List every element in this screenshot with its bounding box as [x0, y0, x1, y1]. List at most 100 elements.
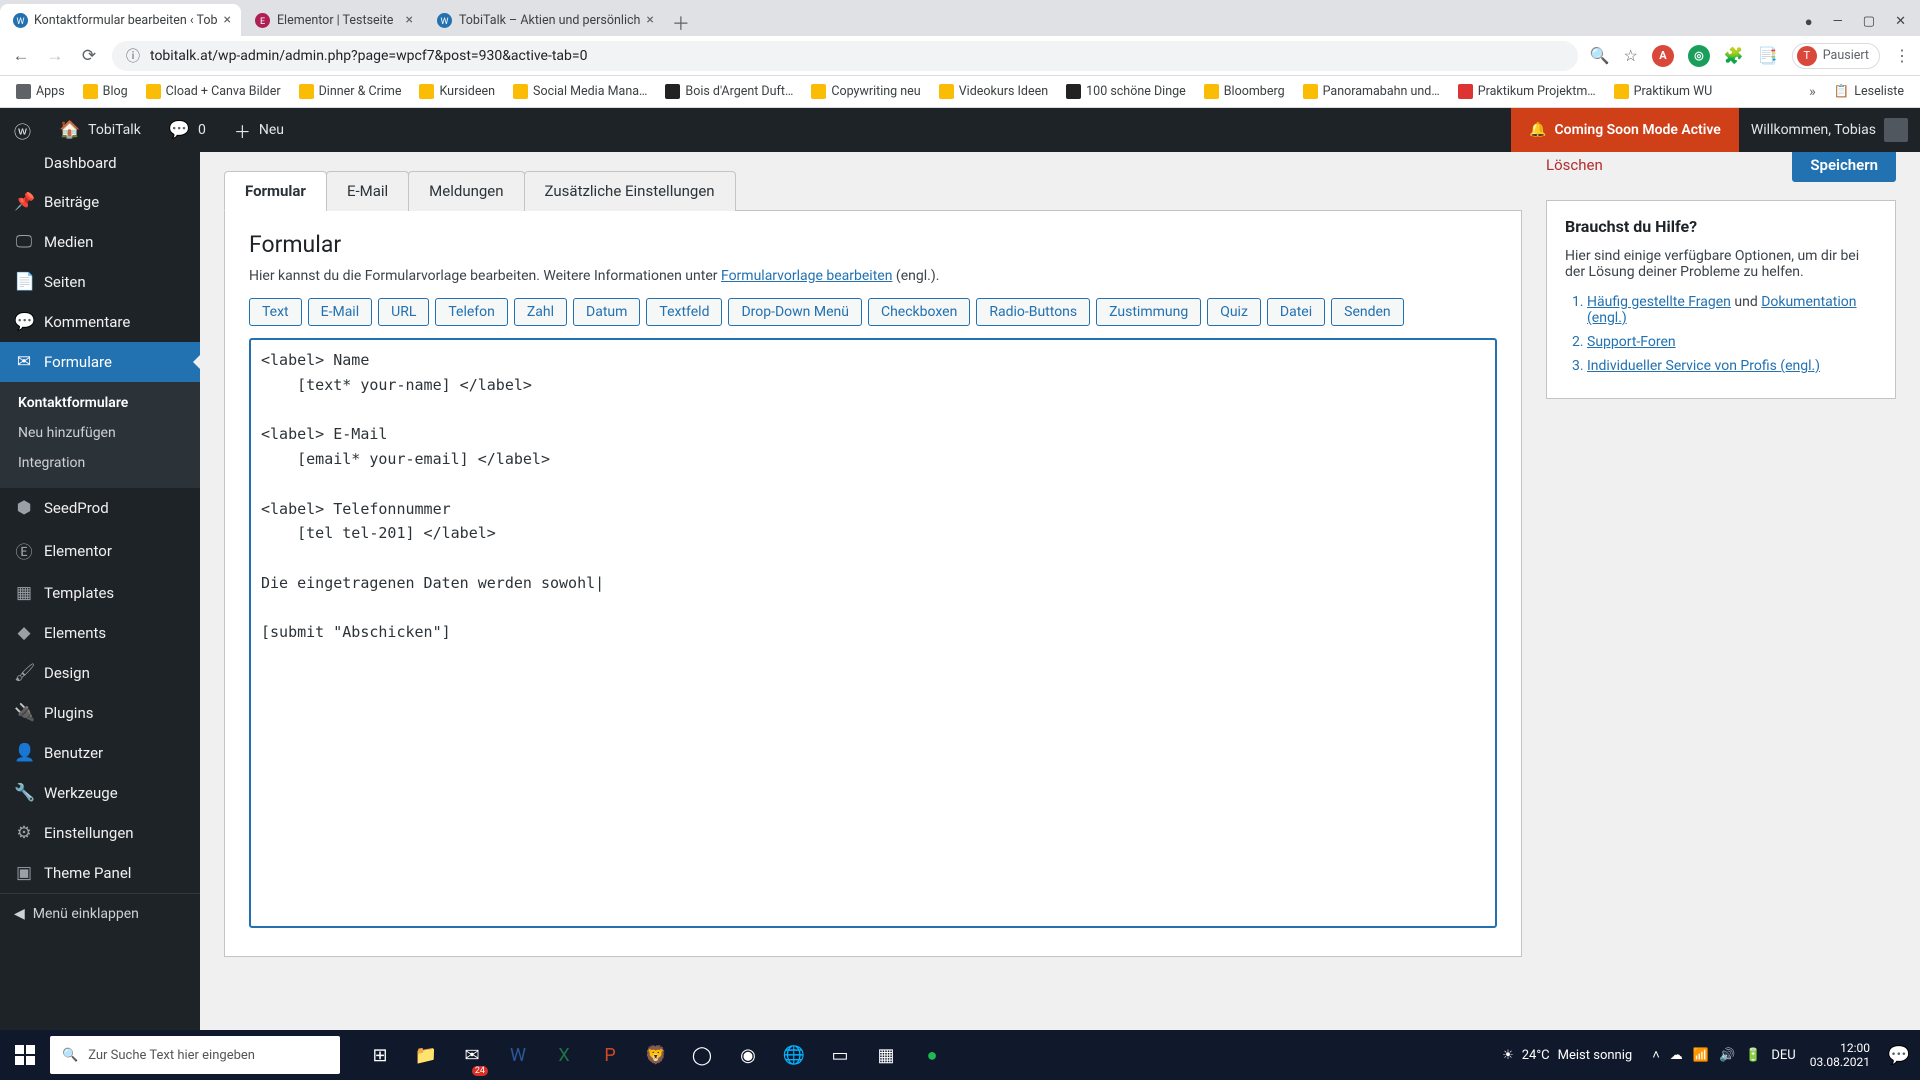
taskbar-weather[interactable]: ☀ 24°C Meist sonnig — [1502, 1048, 1632, 1063]
browser-tab-1[interactable]: W Kontaktformular bearbeiten ‹ Tob × — [0, 4, 241, 36]
bookmark-item[interactable]: Blog — [77, 82, 134, 101]
explorer-icon[interactable]: 📁 — [404, 1030, 448, 1080]
bookmark-item[interactable]: Bloomberg — [1198, 82, 1291, 101]
tag-textarea-button[interactable]: Textfeld — [646, 298, 722, 326]
edge-icon[interactable]: 🌐 — [772, 1030, 816, 1080]
taskbar-search[interactable]: 🔍 Zur Suche Text hier eingeben — [50, 1036, 340, 1074]
back-icon[interactable]: ← — [10, 46, 32, 66]
puzzle-icon[interactable]: 🧩 — [1724, 46, 1744, 65]
kebab-icon[interactable]: ⋮ — [1894, 46, 1910, 65]
tag-submit-button[interactable]: Senden — [1331, 298, 1404, 326]
close-icon[interactable]: × — [223, 12, 230, 28]
obs-icon[interactable]: ◯ — [680, 1030, 724, 1080]
tab-formular[interactable]: Formular — [224, 171, 327, 211]
tag-url-button[interactable]: URL — [378, 298, 429, 326]
sidebar-sub-new[interactable]: Neu hinzufügen — [0, 418, 200, 448]
extension-icon[interactable]: ◎ — [1688, 45, 1710, 67]
sidebar-item-settings[interactable]: ⚙Einstellungen — [0, 813, 200, 853]
sidebar-item-users[interactable]: 👤Benutzer — [0, 733, 200, 773]
tag-tel-button[interactable]: Telefon — [435, 298, 508, 326]
bookmark-item[interactable]: Cload + Canva Bilder — [140, 82, 287, 101]
close-icon[interactable]: × — [405, 12, 412, 28]
sidebar-item-tools[interactable]: 🔧Werkzeuge — [0, 773, 200, 813]
notifications-icon[interactable]: 💬 — [1884, 1030, 1914, 1080]
wp-site-link[interactable]: 🏠TobiTalk — [45, 108, 155, 152]
wp-account[interactable]: Willkommen, Tobias — [1739, 118, 1920, 142]
extension-icon[interactable]: A — [1652, 45, 1674, 67]
bookmark-item[interactable]: Dinner & Crime — [293, 82, 408, 101]
bookmark-item[interactable]: Social Media Mana… — [507, 82, 653, 101]
app-icon[interactable]: ▭ — [818, 1030, 862, 1080]
volume-icon[interactable]: 🔊 — [1719, 1048, 1735, 1063]
url-input[interactable]: ⓘ tobitalk.at/wp-admin/admin.php?page=wp… — [112, 41, 1578, 71]
save-button[interactable]: Speichern — [1792, 152, 1896, 182]
tab-email[interactable]: E-Mail — [326, 171, 409, 211]
taskbar-clock[interactable]: 12:00 03.08.2021 — [1802, 1041, 1878, 1070]
form-template-textarea[interactable] — [249, 338, 1497, 928]
tab-messages[interactable]: Meldungen — [408, 171, 524, 211]
sidebar-sub-contactforms[interactable]: Kontaktformulare — [0, 388, 200, 418]
bookmark-item[interactable]: Praktikum WU — [1608, 82, 1719, 101]
battery-icon[interactable]: 🔋 — [1745, 1048, 1761, 1063]
minimize-icon[interactable]: — — [1833, 14, 1843, 30]
sidebar-item-pages[interactable]: 📄Seiten — [0, 262, 200, 302]
browser-tab-2[interactable]: E Elementor | Testseite × — [243, 4, 423, 36]
sidebar-item-dashboard[interactable]: Dashboard — [0, 152, 200, 182]
close-window-icon[interactable]: ✕ — [1895, 14, 1906, 30]
site-info-icon[interactable]: ⓘ — [126, 46, 140, 66]
bookmark-item[interactable]: Kursideen — [413, 82, 501, 101]
bookmark-item[interactable]: Panoramabahn und… — [1297, 82, 1446, 101]
zoom-icon[interactable]: 🔍 — [1590, 46, 1610, 65]
mail-icon[interactable]: ✉24 — [450, 1030, 494, 1080]
browser-tab-3[interactable]: W TobiTalk – Aktien und persönlich × — [425, 4, 664, 36]
language-indicator[interactable]: DEU — [1771, 1048, 1795, 1063]
coming-soon-banner[interactable]: 🔔Coming Soon Mode Active — [1511, 108, 1739, 152]
taskview-icon[interactable]: ⊞ — [358, 1030, 402, 1080]
tag-quiz-button[interactable]: Quiz — [1207, 298, 1261, 326]
star-icon[interactable]: ☆ — [1624, 46, 1638, 65]
sidebar-collapse[interactable]: ◀Menü einklappen — [0, 893, 200, 934]
sidebar-sub-integration[interactable]: Integration — [0, 448, 200, 478]
system-tray[interactable]: ˄ ☁ 📶 🔊 🔋 DEU — [1652, 1047, 1796, 1063]
spotify-icon[interactable]: ● — [910, 1030, 954, 1080]
sidebar-item-elementor[interactable]: ⒺElementor — [0, 528, 200, 573]
bookmark-item[interactable]: Copywriting neu — [805, 82, 926, 101]
sidebar-item-formulare[interactable]: ✉Formulare — [0, 342, 200, 382]
sidebar-item-plugins[interactable]: 🔌Plugins — [0, 693, 200, 733]
close-icon[interactable]: × — [646, 12, 653, 28]
start-button[interactable] — [0, 1030, 50, 1080]
wifi-icon[interactable]: 📶 — [1693, 1048, 1709, 1063]
sidebar-item-elements[interactable]: ◆Elements — [0, 613, 200, 653]
bookmark-item[interactable]: 100 schöne Dinge — [1060, 82, 1192, 101]
app-icon[interactable]: ▦ — [864, 1030, 908, 1080]
tag-email-button[interactable]: E-Mail — [308, 298, 372, 326]
maximize-icon[interactable]: ▢ — [1863, 14, 1875, 30]
cloud-icon[interactable]: ☁ — [1670, 1048, 1683, 1063]
sidebar-item-design[interactable]: 🖌Design — [0, 653, 200, 693]
sidebar-item-comments[interactable]: 💬Kommentare — [0, 302, 200, 342]
tab-additional[interactable]: Zusätzliche Einstellungen — [524, 171, 736, 211]
brave-icon[interactable]: 🦁 — [634, 1030, 678, 1080]
reload-icon[interactable]: ⟳ — [78, 46, 100, 66]
template-edit-link[interactable]: Formularvorlage bearbeiten — [721, 268, 892, 284]
wp-new[interactable]: ＋Neu — [220, 108, 298, 152]
tag-checkbox-button[interactable]: Checkboxen — [868, 298, 970, 326]
bookmarks-overflow-icon[interactable]: » — [1803, 84, 1822, 100]
tag-number-button[interactable]: Zahl — [514, 298, 567, 326]
readlist-button[interactable]: 📋Leseliste — [1828, 82, 1910, 101]
bookmark-item[interactable]: Videokurs Ideen — [933, 82, 1054, 101]
help-link-pro[interactable]: Individueller Service von Profis (engl.) — [1587, 358, 1820, 374]
bookmark-item[interactable]: Bois d'Argent Duft… — [659, 82, 799, 101]
sidebar-item-posts[interactable]: 📌Beiträge — [0, 182, 200, 222]
chrome-icon[interactable]: ◉ — [726, 1030, 770, 1080]
bookmark-item[interactable]: Praktikum Projektm… — [1452, 82, 1602, 101]
tag-dropdown-button[interactable]: Drop-Down Menü — [728, 298, 862, 326]
new-tab-button[interactable]: ＋ — [666, 10, 696, 36]
forward-icon[interactable]: → — [44, 46, 66, 66]
excel-icon[interactable]: X — [542, 1030, 586, 1080]
powerpoint-icon[interactable]: P — [588, 1030, 632, 1080]
sidebar-item-media[interactable]: 🖵Medien — [0, 222, 200, 262]
tag-date-button[interactable]: Datum — [573, 298, 640, 326]
tag-text-button[interactable]: Text — [249, 298, 302, 326]
readlist-icon[interactable]: 📑 — [1758, 46, 1778, 65]
